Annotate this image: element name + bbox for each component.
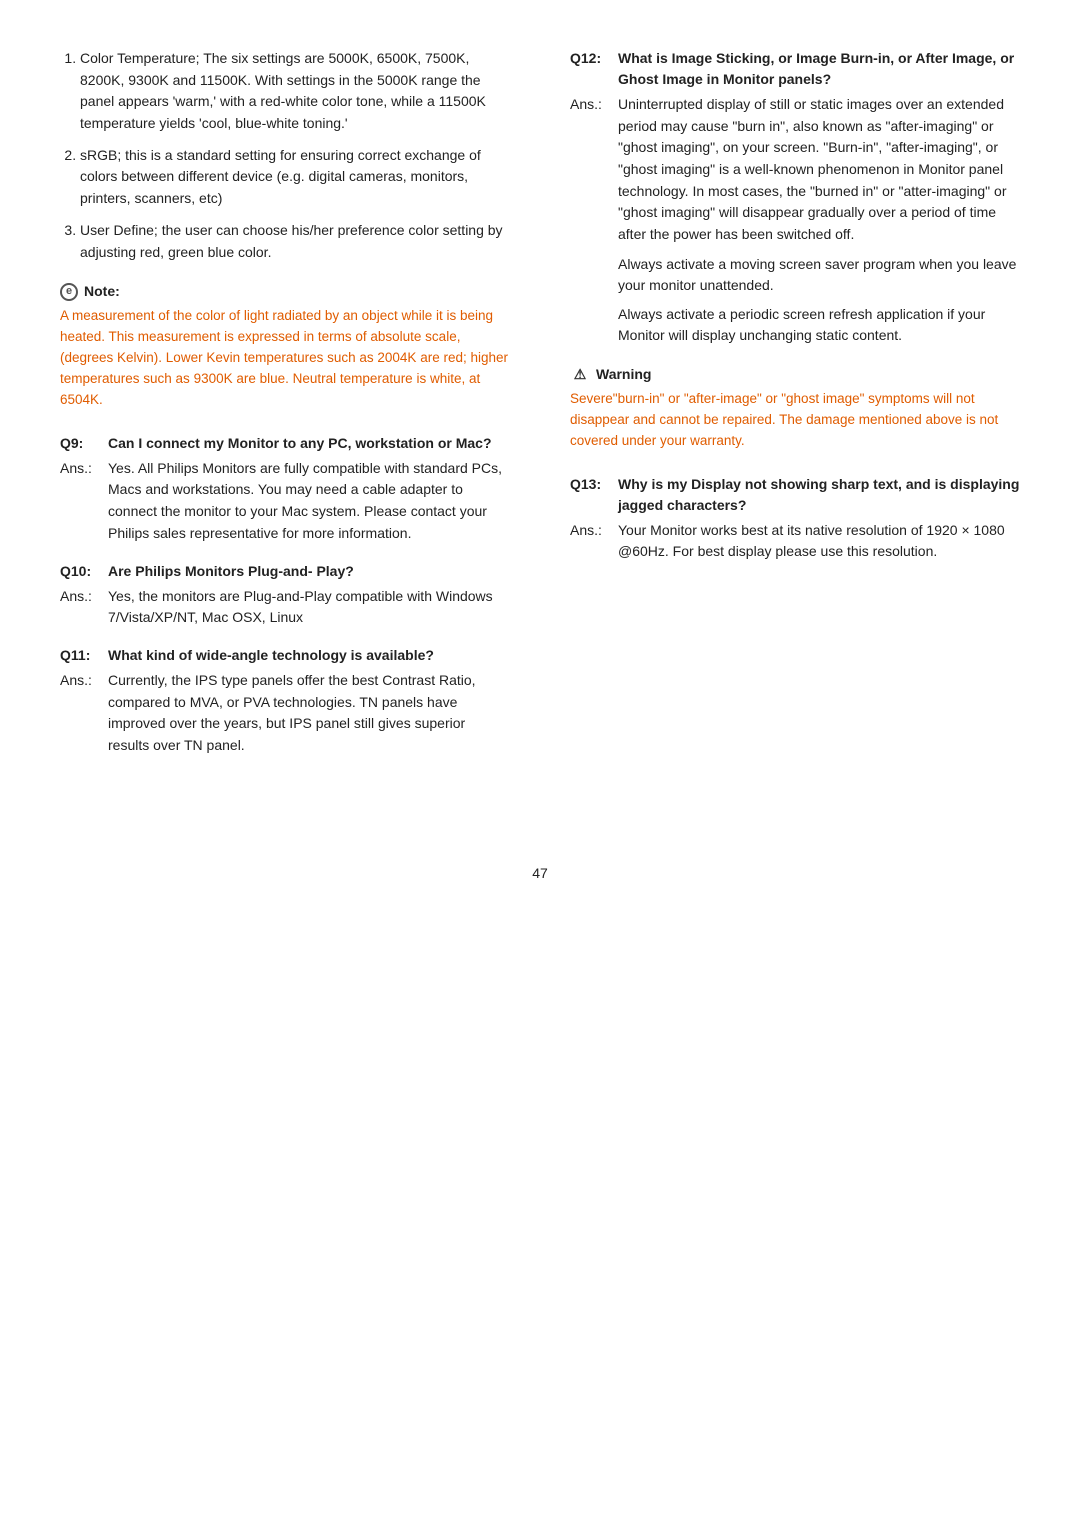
note-header: e Note: — [60, 281, 510, 302]
answer-q11: Ans.: Currently, the IPS type panels off… — [60, 670, 510, 757]
a10-text: Yes, the monitors are Plug-and-Play comp… — [108, 586, 510, 629]
q9-text: Can I connect my Monitor to any PC, work… — [108, 433, 492, 454]
note-box: e Note: A measurement of the color of li… — [60, 281, 510, 411]
q10-label: Q10: — [60, 561, 96, 582]
q13-label: Q13: — [570, 474, 606, 516]
q13-text: Why is my Display not showing sharp text… — [618, 474, 1020, 516]
a10-label: Ans.: — [60, 586, 96, 629]
q11-label: Q11: — [60, 645, 96, 666]
a11-label: Ans.: — [60, 670, 96, 757]
note-icon: e — [60, 283, 78, 301]
a13-label: Ans.: — [570, 520, 606, 563]
qa-block-q13: Q13: Why is my Display not showing sharp… — [570, 474, 1020, 563]
question-q13: Q13: Why is my Display not showing sharp… — [570, 474, 1020, 516]
warning-header: ⚠ Warning — [570, 364, 1020, 385]
q12-label: Q12: — [570, 48, 606, 90]
list-item-2: sRGB; this is a standard setting for ens… — [80, 145, 510, 210]
qa-block-q10: Q10: Are Philips Monitors Plug-and- Play… — [60, 561, 510, 629]
q12-text: What is Image Sticking, or Image Burn-in… — [618, 48, 1020, 90]
question-q10: Q10: Are Philips Monitors Plug-and- Play… — [60, 561, 510, 582]
a12-para2: Always activate a periodic screen refres… — [618, 304, 1020, 346]
warning-label: Warning — [596, 364, 651, 385]
a13-text: Your Monitor works best at its native re… — [618, 520, 1020, 563]
warning-text: Severe"burn-in" or "after-image" or "gho… — [570, 389, 1020, 452]
q9-label: Q9: — [60, 433, 96, 454]
question-q12: Q12: What is Image Sticking, or Image Bu… — [570, 48, 1020, 90]
numbered-list: Color Temperature; The six settings are … — [60, 48, 510, 263]
right-column: Q12: What is Image Sticking, or Image Bu… — [560, 48, 1020, 773]
a12-text: Uninterrupted display of still or static… — [618, 96, 1006, 242]
a9-label: Ans.: — [60, 458, 96, 545]
qa-block-q12: Q12: What is Image Sticking, or Image Bu… — [570, 48, 1020, 346]
qa-block-q11: Q11: What kind of wide-angle technology … — [60, 645, 510, 757]
list-item-3: User Define; the user can choose his/her… — [80, 220, 510, 263]
page-number: 47 — [0, 863, 1080, 884]
a9-text: Yes. All Philips Monitors are fully comp… — [108, 458, 510, 545]
page-content: Color Temperature; The six settings are … — [0, 0, 1080, 833]
answer-q10: Ans.: Yes, the monitors are Plug-and-Pla… — [60, 586, 510, 629]
warning-icon: ⚠ — [570, 365, 590, 383]
list-item-1: Color Temperature; The six settings are … — [80, 48, 510, 135]
note-text: A measurement of the color of light radi… — [60, 306, 510, 411]
left-column: Color Temperature; The six settings are … — [60, 48, 520, 773]
a11-text: Currently, the IPS type panels offer the… — [108, 670, 510, 757]
answer-q9: Ans.: Yes. All Philips Monitors are full… — [60, 458, 510, 545]
qa-block-q9: Q9: Can I connect my Monitor to any PC, … — [60, 433, 510, 545]
answer-q13: Ans.: Your Monitor works best at its nat… — [570, 520, 1020, 563]
a12-para1: Always activate a moving screen saver pr… — [618, 254, 1020, 296]
q11-text: What kind of wide-angle technology is av… — [108, 645, 434, 666]
q10-text: Are Philips Monitors Plug-and- Play? — [108, 561, 354, 582]
note-label: Note: — [84, 281, 120, 302]
warning-box: ⚠ Warning Severe"burn-in" or "after-imag… — [570, 364, 1020, 452]
a12-label: Ans.: — [570, 94, 606, 346]
question-q11: Q11: What kind of wide-angle technology … — [60, 645, 510, 666]
question-q9: Q9: Can I connect my Monitor to any PC, … — [60, 433, 510, 454]
answer-q12: Ans.: Uninterrupted display of still or … — [570, 94, 1020, 346]
